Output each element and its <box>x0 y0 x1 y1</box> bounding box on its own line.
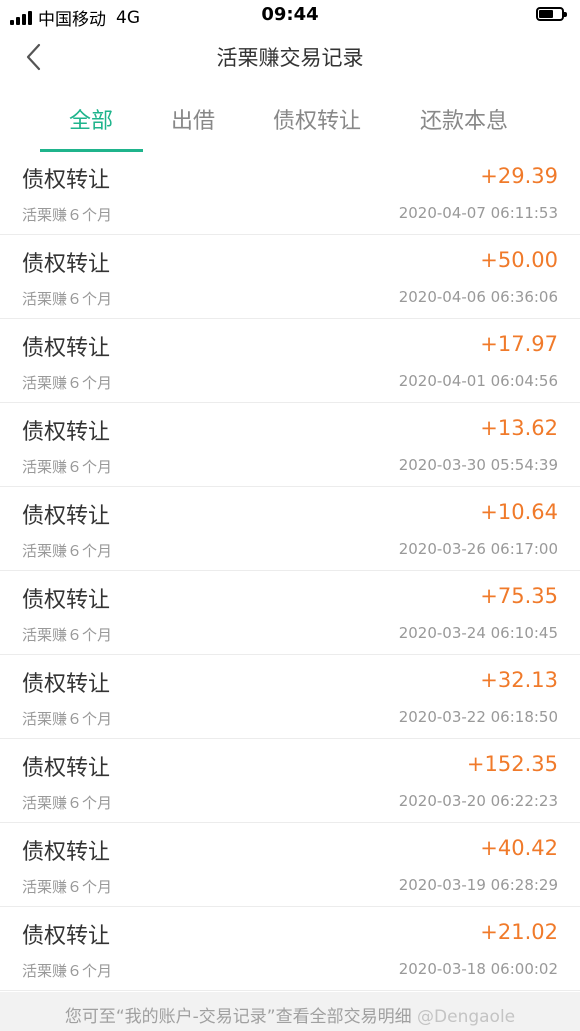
status-time: 09:44 <box>261 4 319 25</box>
transaction-amount: +10.64 <box>480 500 558 524</box>
tab-repayment[interactable]: 还款本息 <box>420 103 508 135</box>
watermark: @Dengaole <box>417 1007 516 1027</box>
list-item[interactable]: 债权转让 +50.00 活栗赚６个月 2020-04-06 06:36:06 <box>0 235 580 319</box>
transaction-type: 债权转让 <box>22 252 111 277</box>
product-name: 活栗赚６个月 <box>22 290 113 308</box>
list-item[interactable]: 债权转让 +13.62 活栗赚６个月 2020-03-30 05:54:39 <box>0 403 580 487</box>
transaction-type: 债权转让 <box>22 588 111 613</box>
transaction-time: 2020-03-30 05:54:39 <box>398 456 558 474</box>
transaction-amount: +21.02 <box>480 920 558 944</box>
transaction-time: 2020-03-22 06:18:50 <box>398 708 558 726</box>
product-name: 活栗赚６个月 <box>22 542 113 560</box>
product-name: 活栗赚６个月 <box>22 626 113 644</box>
tab-bar: 全部 出借 债权转让 还款本息 <box>0 85 580 152</box>
transaction-amount: +152.35 <box>466 752 558 776</box>
page-title: 活栗赚交易记录 <box>216 46 364 70</box>
product-name: 活栗赚６个月 <box>22 878 113 896</box>
transaction-type: 债权转让 <box>22 840 111 865</box>
transaction-amount: +29.39 <box>480 164 558 188</box>
product-name: 活栗赚６个月 <box>22 962 113 980</box>
list-item[interactable]: 债权转让 +21.02 活栗赚６个月 2020-03-18 06:00:02 <box>0 907 580 991</box>
transaction-type: 债权转让 <box>22 420 111 445</box>
list-item[interactable]: 债权转让 +75.35 活栗赚６个月 2020-03-24 06:10:45 <box>0 571 580 655</box>
transaction-type: 债权转让 <box>22 504 111 529</box>
transaction-amount: +17.97 <box>480 332 558 356</box>
footer-note: 您可至“我的账户-交易记录”查看全部交易明细 @Dengaole <box>0 992 580 1031</box>
status-bar: 中国移动 4G 09:44 <box>0 0 580 30</box>
transaction-time: 2020-04-07 06:11:53 <box>398 204 558 222</box>
product-name: 活栗赚６个月 <box>22 710 113 728</box>
transaction-amount: +32.13 <box>480 668 558 692</box>
nav-bar: 活栗赚交易记录 <box>0 30 580 85</box>
list-item[interactable]: 债权转让 +10.64 活栗赚６个月 2020-03-26 06:17:00 <box>0 487 580 571</box>
page: 中国移动 4G 09:44 活栗赚交易记录 全部 出借 债权转让 还款本息 债权… <box>0 0 580 1031</box>
battery-icon <box>536 7 567 21</box>
product-name: 活栗赚６个月 <box>22 794 113 812</box>
tab-all[interactable]: 全部 <box>69 103 113 135</box>
transaction-amount: +50.00 <box>480 248 558 272</box>
transaction-amount: +40.42 <box>480 836 558 860</box>
transaction-type: 债权转让 <box>22 672 111 697</box>
transaction-type: 债权转让 <box>22 924 111 949</box>
transaction-type: 债权转让 <box>22 336 111 361</box>
transaction-time: 2020-03-24 06:10:45 <box>398 624 558 642</box>
transaction-time: 2020-04-06 06:36:06 <box>398 288 558 306</box>
transaction-list: 债权转让 +29.39 活栗赚６个月 2020-04-07 06:11:53 债权转让 +… <box>0 151 580 991</box>
transaction-amount: +75.35 <box>480 584 558 608</box>
transaction-time: 2020-03-20 06:22:23 <box>398 792 558 810</box>
tab-debt-transfer[interactable]: 债权转让 <box>273 103 361 135</box>
tab-lend[interactable]: 出借 <box>171 103 215 135</box>
list-item[interactable]: 债权转让 +32.13 活栗赚６个月 2020-03-22 06:18:50 <box>0 655 580 739</box>
list-item[interactable]: 债权转让 +17.97 活栗赚６个月 2020-04-01 06:04:56 <box>0 319 580 403</box>
footer-text: 您可至“我的账户-交易记录”查看全部交易明细 <box>64 1007 412 1027</box>
list-item[interactable]: 债权转让 +152.35 活栗赚６个月 2020-03-20 06:22:23 <box>0 739 580 823</box>
product-name: 活栗赚６个月 <box>22 206 113 224</box>
transaction-time: 2020-03-26 06:17:00 <box>398 540 558 558</box>
list-item[interactable]: 债权转让 +29.39 活栗赚６个月 2020-04-07 06:11:53 <box>0 151 580 235</box>
list-item[interactable]: 债权转让 +40.42 活栗赚６个月 2020-03-19 06:28:29 <box>0 823 580 907</box>
product-name: 活栗赚６个月 <box>22 458 113 476</box>
product-name: 活栗赚６个月 <box>22 374 113 392</box>
transaction-time: 2020-03-18 06:00:02 <box>398 960 558 978</box>
transaction-amount: +13.62 <box>480 416 558 440</box>
transaction-time: 2020-04-01 06:04:56 <box>398 372 558 390</box>
transaction-type: 债权转让 <box>22 168 111 193</box>
transaction-time: 2020-03-19 06:28:29 <box>398 876 558 894</box>
transaction-type: 债权转让 <box>22 756 111 781</box>
